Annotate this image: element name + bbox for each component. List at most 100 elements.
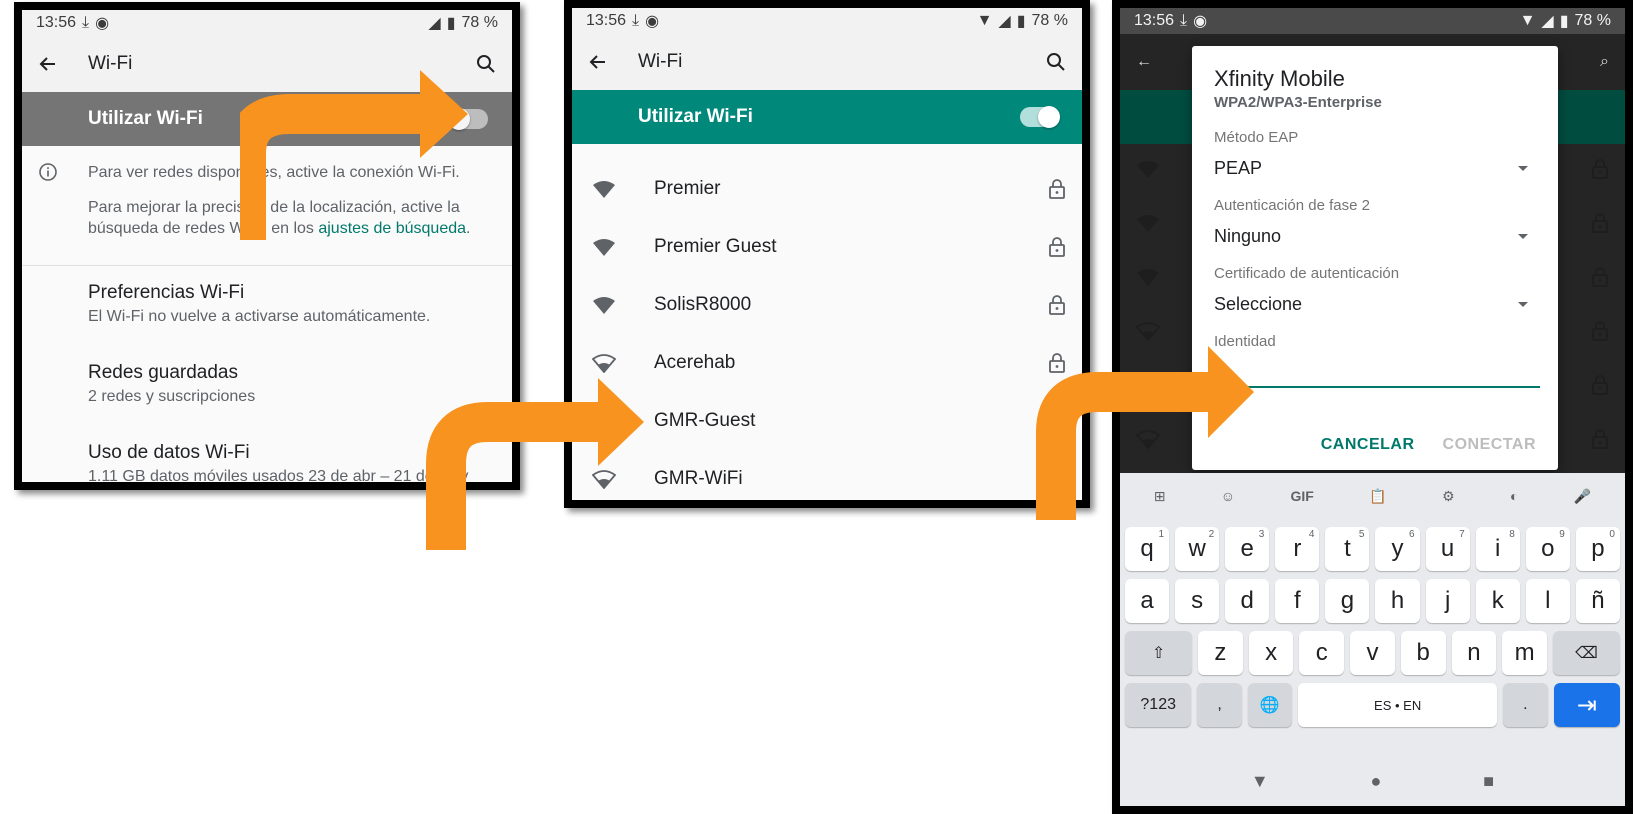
key-t[interactable]: t5 — [1325, 527, 1370, 571]
key-e[interactable]: e3 — [1225, 527, 1270, 571]
key-i[interactable]: i8 — [1475, 527, 1520, 571]
back-arrow-icon[interactable] — [38, 54, 58, 74]
back-triangle-icon[interactable]: ▼ — [1251, 771, 1269, 792]
wifi-signal-icon: ▼ — [1519, 12, 1536, 29]
status-time: 13:56 — [1134, 12, 1175, 29]
key-label: u — [1440, 535, 1455, 562]
key-label: d — [1240, 587, 1254, 614]
wifi-toggle[interactable] — [1020, 106, 1060, 128]
key-y[interactable]: y6 — [1375, 527, 1420, 571]
key-g[interactable]: g — [1325, 579, 1370, 623]
lock-icon — [1048, 179, 1066, 199]
home-circle-icon[interactable]: ● — [1371, 771, 1382, 792]
key-label: r — [1293, 535, 1302, 562]
key-v[interactable]: v — [1350, 631, 1395, 675]
battery-percent: 78 % — [1574, 12, 1611, 29]
key-w[interactable]: w2 — [1175, 527, 1220, 571]
status-time: 13:56 — [36, 14, 77, 31]
key-z[interactable]: z — [1198, 631, 1243, 675]
network-row[interactable]: Premier — [572, 160, 1082, 218]
key-ñ[interactable]: ñ — [1575, 579, 1620, 623]
comma-key[interactable]: , — [1197, 683, 1242, 727]
key-label: o — [1541, 535, 1555, 562]
key-s[interactable]: s — [1175, 579, 1220, 623]
connect-button[interactable]: CONECTAR — [1443, 436, 1536, 454]
key-label: y — [1391, 535, 1404, 562]
pref-wifi-preferences[interactable]: Preferencias Wi-Fi El Wi-Fi no vuelve a … — [22, 266, 512, 346]
network-row[interactable]: GMR-WiFi — [572, 450, 1082, 500]
network-row[interactable]: Premier Guest — [572, 218, 1082, 276]
shift-key[interactable]: ⇧ — [1125, 631, 1193, 675]
key-h[interactable]: h — [1375, 579, 1420, 623]
battery-icon: ▮ — [1559, 13, 1569, 30]
key-k[interactable]: k — [1475, 579, 1520, 623]
page-title: Wi-Fi — [638, 51, 683, 72]
wifi-icon — [1136, 213, 1160, 238]
use-wifi-switch-row[interactable]: Utilizar Wi-Fi — [572, 90, 1082, 144]
key-q[interactable]: q1 — [1125, 527, 1170, 571]
key-o[interactable]: o9 — [1525, 527, 1570, 571]
back-arrow-icon[interactable] — [588, 52, 608, 72]
key-l[interactable]: l — [1525, 579, 1570, 623]
next-field-key[interactable]: ⇥ — [1553, 683, 1620, 727]
key-f[interactable]: f — [1275, 579, 1320, 623]
network-name: Acerehab — [654, 352, 736, 373]
identity-field[interactable] — [1214, 360, 1540, 388]
gear-icon[interactable]: ⚙ — [1442, 488, 1455, 505]
network-row[interactable]: GMR-Guest — [572, 392, 1082, 450]
wifi-signal-icon: ▼ — [976, 12, 993, 29]
key-d[interactable]: d — [1225, 579, 1270, 623]
recents-square-icon[interactable]: ■ — [1483, 771, 1494, 792]
network-row[interactable]: SolisR8000 — [572, 276, 1082, 334]
wifi-icon — [1136, 159, 1160, 184]
key-hint: 1 — [1158, 529, 1165, 540]
gif-button[interactable]: GIF — [1290, 488, 1313, 504]
dialog-actions: CANCELAR CONECTAR — [1321, 436, 1536, 454]
lock-icon — [1048, 295, 1066, 315]
battery-percent: 78 % — [461, 14, 498, 31]
key-m[interactable]: m — [1502, 631, 1547, 675]
key-u[interactable]: u7 — [1425, 527, 1470, 571]
eap-method-label: Método EAP — [1214, 129, 1299, 146]
key-j[interactable]: j — [1425, 579, 1470, 623]
keyboard-row-3: ⇧ z x c v b n m ⌫ — [1120, 631, 1625, 675]
network-name: Premier Guest — [654, 236, 777, 257]
key-label: l — [1545, 587, 1551, 614]
download-icon: ⤓ — [632, 12, 640, 29]
palette-icon[interactable]: ◐ — [1510, 488, 1518, 504]
space-bar[interactable]: ES • EN — [1297, 683, 1498, 727]
key-n[interactable]: n — [1451, 631, 1497, 675]
key-label: q — [1140, 535, 1154, 562]
key-label: e — [1240, 535, 1254, 562]
backspace-key[interactable]: ⌫ — [1552, 631, 1621, 675]
key-c[interactable]: c — [1299, 631, 1345, 675]
dropdown-caret-icon — [1518, 166, 1528, 171]
dialog-title: Xfinity Mobile — [1214, 66, 1345, 91]
network-row[interactable]: Acerehab — [572, 334, 1082, 392]
key-hint: 0 — [1609, 529, 1615, 540]
key-b[interactable]: b — [1400, 631, 1446, 675]
search-icon[interactable] — [1046, 52, 1066, 72]
key-r[interactable]: r4 — [1275, 527, 1320, 571]
phase2-value: Ninguno — [1214, 226, 1282, 246]
symbols-key[interactable]: ?123 — [1125, 683, 1192, 727]
key-a[interactable]: a — [1125, 579, 1170, 623]
microphone-icon[interactable]: 🎤 — [1574, 488, 1591, 505]
wifi-weak-icon — [588, 353, 620, 373]
clipboard-icon[interactable]: 📋 — [1369, 488, 1386, 505]
network-name: GMR-WiFi — [654, 468, 743, 489]
key-p[interactable]: p0 — [1575, 527, 1620, 571]
eap-method-select[interactable]: PEAP — [1192, 158, 1558, 179]
cert-select[interactable]: Seleccione — [1192, 294, 1558, 315]
phase2-select[interactable]: Ninguno — [1192, 226, 1558, 247]
search-icon[interactable] — [476, 54, 496, 74]
wifi-full-icon — [588, 295, 620, 315]
pref-subtitle: El Wi-Fi no vuelve a activarse automátic… — [88, 308, 431, 325]
orange-arrow-3 — [1036, 346, 1254, 520]
period-key[interactable]: . — [1503, 683, 1548, 727]
orange-arrow-1 — [240, 70, 468, 240]
globe-icon[interactable]: 🌐 — [1247, 683, 1292, 727]
cancel-button[interactable]: CANCELAR — [1321, 436, 1415, 454]
use-wifi-label: Utilizar Wi-Fi — [88, 108, 203, 129]
key-x[interactable]: x — [1248, 631, 1294, 675]
